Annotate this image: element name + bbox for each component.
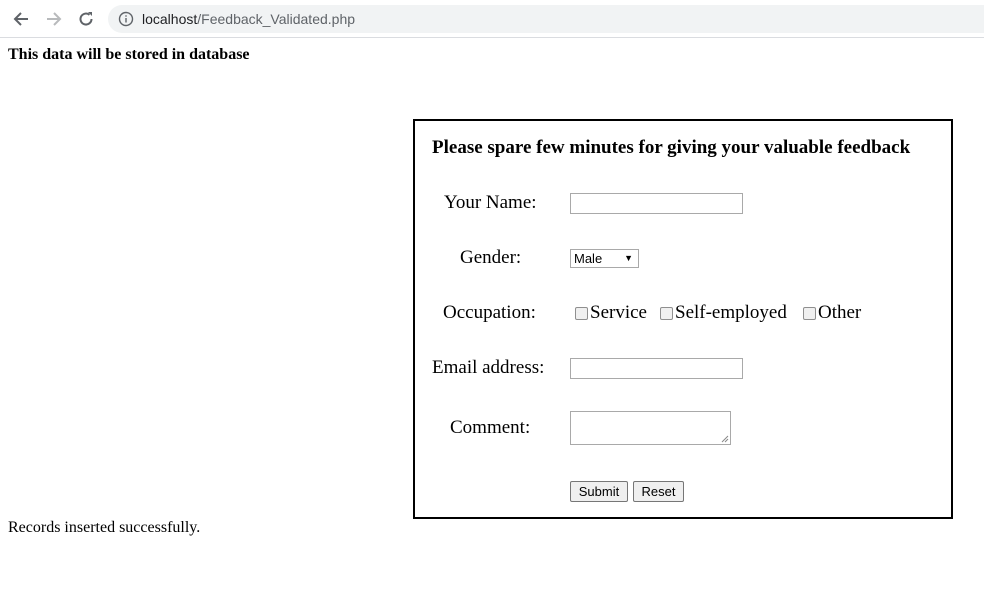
occupation-label: Occupation: [443,302,536,323]
self-employed-option-label: Self-employed [675,302,787,323]
storage-notice: This data will be stored in database [8,46,250,63]
reset-button[interactable]: Reset [633,481,684,502]
back-button[interactable] [9,7,33,31]
info-icon[interactable] [118,11,134,27]
browser-toolbar: localhost/Feedback_Validated.php [0,0,984,38]
reload-icon [79,12,93,26]
form-title: Please spare few minutes for giving your… [432,137,911,158]
resize-grip-icon[interactable] [721,435,729,443]
comment-label: Comment: [450,417,531,438]
self-employed-checkbox[interactable] [660,307,673,320]
gender-select[interactable]: Male ▼ [570,249,639,268]
email-label: Email address: [432,357,545,378]
service-checkbox[interactable] [575,307,588,320]
name-input[interactable] [570,193,743,214]
feedback-form: Please spare few minutes for giving your… [413,119,953,519]
reload-button[interactable] [74,7,98,31]
name-label: Your Name: [444,192,537,213]
comment-textarea[interactable] [570,411,731,445]
submit-button[interactable]: Submit [570,481,628,502]
back-arrow-icon [13,12,28,26]
address-bar[interactable]: localhost/Feedback_Validated.php [108,5,984,33]
other-option-label: Other [818,302,862,323]
gender-label: Gender: [460,247,522,268]
email-input[interactable] [570,358,743,379]
other-checkbox[interactable] [803,307,816,320]
service-option-label: Service [590,302,647,323]
records-status-message: Records inserted successfully. [8,519,201,536]
forward-arrow-icon [47,12,62,26]
forward-button[interactable] [42,7,66,31]
dropdown-arrow-icon: ▼ [624,253,633,263]
url-host: localhost [142,11,198,27]
gender-selected-value: Male [574,251,603,266]
url-path: /Feedback_Validated.php [197,11,356,27]
